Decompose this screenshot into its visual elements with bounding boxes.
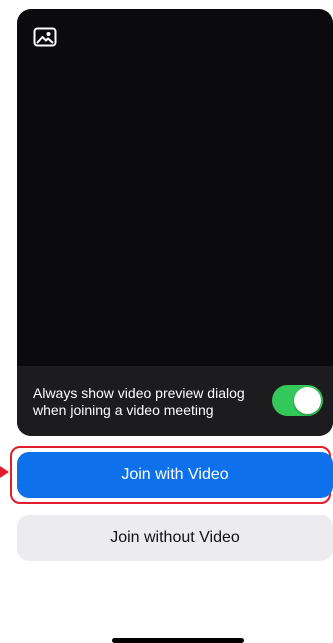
video-preview-screen: Always show video preview dialog when jo… (0, 0, 333, 643)
always-show-preview-line-1: Always show video preview dialog (33, 385, 245, 401)
always-show-preview-toggle[interactable] (272, 385, 323, 416)
join-without-video-button[interactable]: Join without Video (17, 515, 333, 561)
home-indicator (112, 638, 244, 643)
always-show-preview-label: Always show video preview dialog when jo… (33, 385, 273, 419)
join-with-video-button[interactable]: Join with Video (17, 452, 333, 498)
annotation-arrow (0, 466, 9, 478)
toggle-knob (294, 387, 321, 414)
image-icon[interactable] (33, 27, 57, 47)
always-show-preview-line-2: when joining a video meeting (33, 402, 214, 418)
video-preview-card: Always show video preview dialog when jo… (17, 9, 333, 436)
preview-footer: Always show video preview dialog when jo… (17, 366, 333, 436)
